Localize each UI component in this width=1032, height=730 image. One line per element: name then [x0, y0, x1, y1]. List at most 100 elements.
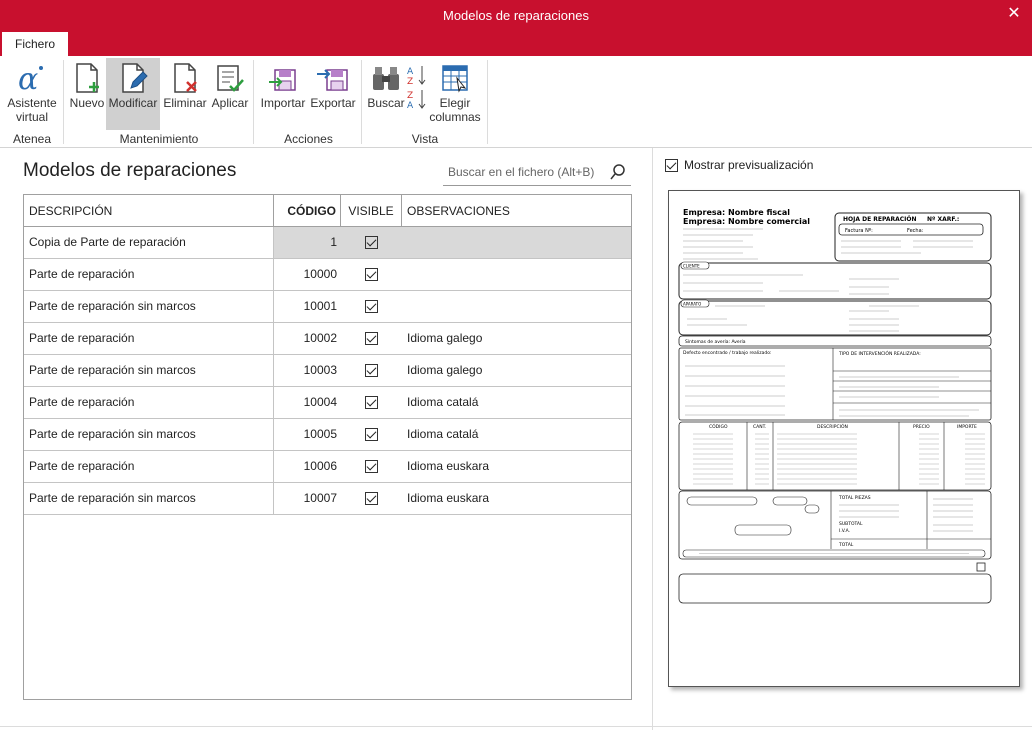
window-title: Modelos de reparaciones [443, 8, 589, 23]
preview-toggle-checkbox[interactable] [665, 159, 678, 172]
visible-checkbox[interactable] [365, 396, 378, 409]
cell-descripcion[interactable]: Parte de reparación [24, 451, 274, 482]
table-row[interactable]: Parte de reparación sin marcos 10007 Idiom… [24, 483, 631, 515]
cell-descripcion[interactable]: Parte de reparación [24, 387, 274, 418]
elegir-columnas-button[interactable]: Elegir columnas [428, 58, 482, 128]
cell-descripcion[interactable]: Parte de reparación sin marcos [24, 419, 274, 450]
eliminar-button[interactable]: Eliminar [163, 58, 207, 128]
cell-observaciones[interactable]: Idioma catalá [402, 387, 631, 418]
table-row[interactable]: Parte de reparación 10004 Idioma catalá [24, 387, 631, 419]
importar-button[interactable]: Importar [259, 58, 307, 128]
cell-codigo[interactable]: 10007 [274, 483, 341, 514]
cell-observaciones[interactable]: Idioma galego [402, 355, 631, 386]
cell-observaciones[interactable]: Idioma catalá [402, 419, 631, 450]
table-row[interactable]: Parte de reparación 10006 Idioma euskara [24, 451, 631, 483]
visible-checkbox[interactable] [365, 268, 378, 281]
column-header-observaciones[interactable]: OBSERVACIONES [402, 195, 631, 227]
preview-observaciones-box [678, 573, 992, 604]
buscar-label: Buscar [367, 96, 405, 110]
tab-fichero[interactable]: Fichero [2, 32, 68, 56]
cell-codigo[interactable]: 10001 [274, 291, 341, 322]
buscar-button[interactable]: Buscar [366, 58, 406, 128]
preview-small-pill [804, 504, 820, 514]
table-row[interactable]: Parte de reparación sin marcos 10003 Idiom… [24, 355, 631, 387]
cell-visible[interactable] [341, 451, 402, 482]
preview-toggle-label[interactable]: Mostrar previsualización [684, 158, 813, 172]
cell-observaciones[interactable] [402, 259, 631, 290]
cell-observaciones[interactable]: Idioma euskara [402, 451, 631, 482]
cell-descripcion[interactable]: Parte de reparación sin marcos [24, 355, 274, 386]
table-row[interactable]: Parte de reparación sin marcos 10001 [24, 291, 631, 323]
cell-observaciones[interactable]: Idioma galego [402, 323, 631, 354]
column-header-descripcion[interactable]: DESCRIPCIÓN [24, 195, 274, 227]
preview-defecto: Defecto encontrado / trabajo realizado: [683, 350, 772, 356]
asistente-virtual-button[interactable]: α Asistente virtual [2, 58, 62, 128]
visible-checkbox[interactable] [365, 460, 378, 473]
cell-descripcion[interactable]: Parte de reparación sin marcos [24, 483, 274, 514]
preview-company-lines [683, 228, 763, 260]
eliminar-label: Eliminar [163, 96, 207, 110]
search-input[interactable]: Buscar en el fichero (Alt+B) [443, 160, 631, 186]
preview-subtotal: SUBTOTAL [839, 521, 863, 527]
aplicar-label: Aplicar [211, 96, 249, 110]
close-icon[interactable]: ✕ [1004, 4, 1024, 24]
preview-entrega-pill [734, 524, 792, 536]
cell-observaciones[interactable] [402, 291, 631, 322]
visible-checkbox[interactable] [365, 492, 378, 505]
visible-checkbox[interactable] [365, 236, 378, 249]
cell-codigo[interactable]: 10004 [274, 387, 341, 418]
cell-descripcion[interactable]: Parte de reparación [24, 259, 274, 290]
table-row[interactable]: Copia de Parte de reparación 1 [24, 227, 631, 259]
cell-codigo[interactable]: 10000 [274, 259, 341, 290]
elegir-columnas-label: Elegir columnas [429, 96, 481, 124]
cell-descripcion[interactable]: Parte de reparación sin marcos [24, 291, 274, 322]
cell-visible[interactable] [341, 323, 402, 354]
cell-codigo[interactable]: 1 [274, 227, 341, 258]
report-preview-drawing: Empresa: Nombre fiscal Empresa: Nombre c… [678, 208, 992, 604]
cell-codigo[interactable]: 10005 [274, 419, 341, 450]
modificar-button[interactable]: Modificar [106, 58, 160, 130]
cell-observaciones[interactable] [402, 227, 631, 258]
preview-defecto-box [678, 347, 992, 421]
preview-empresa-fiscal: Empresa: Nombre fiscal [683, 208, 790, 217]
cell-visible[interactable] [341, 291, 402, 322]
cell-descripcion[interactable]: Copia de Parte de reparación [24, 227, 274, 258]
preview-fecha: Fecha: [907, 228, 924, 234]
group-atenea: Atenea [12, 132, 52, 146]
visible-checkbox[interactable] [365, 428, 378, 441]
cell-visible[interactable] [341, 227, 402, 258]
aplicar-button[interactable]: Aplicar [209, 58, 251, 128]
column-header-visible[interactable]: VISIBLE [341, 195, 402, 227]
cell-visible[interactable] [341, 483, 402, 514]
preview-sintomas: Síntomas de avería: Avería [685, 338, 746, 345]
nuevo-button[interactable]: Nuevo [68, 58, 106, 128]
preview-cliente: CLIENTE [683, 264, 700, 269]
visible-checkbox[interactable] [365, 332, 378, 345]
table-row[interactable]: Parte de reparación 10002 Idioma galego [24, 323, 631, 355]
table-row[interactable]: Parte de reparación sin marcos 10005 Idiom… [24, 419, 631, 451]
preview-tipo: TIPO DE INTERVENCIÓN REALIZADA: [838, 350, 921, 357]
cell-visible[interactable] [341, 355, 402, 386]
preview-item-lines [693, 433, 985, 485]
cell-codigo[interactable]: 10002 [274, 323, 341, 354]
visible-checkbox[interactable] [365, 364, 378, 377]
table-row[interactable]: Parte de reparación 10000 [24, 259, 631, 291]
exportar-button[interactable]: Exportar [309, 58, 357, 128]
cell-codigo[interactable]: 10006 [274, 451, 341, 482]
ribbon-separator [361, 60, 362, 144]
columns-icon [442, 65, 468, 93]
cell-observaciones[interactable]: Idioma euskara [402, 483, 631, 514]
cell-visible[interactable] [341, 259, 402, 290]
group-vista: Vista [411, 132, 439, 146]
svg-text:α: α [18, 62, 38, 94]
column-header-codigo[interactable]: CÓDIGO [274, 195, 341, 227]
visible-checkbox[interactable] [365, 300, 378, 313]
cell-visible[interactable] [341, 419, 402, 450]
edit-document-icon [122, 63, 148, 93]
ribbon: α Asistente virtual Atenea Nuevo Modific… [0, 56, 1032, 148]
cell-visible[interactable] [341, 387, 402, 418]
cell-descripcion[interactable]: Parte de reparación [24, 323, 274, 354]
sort-az-icon[interactable]: AZZA [407, 64, 429, 112]
search-icon[interactable] [609, 163, 627, 181]
cell-codigo[interactable]: 10003 [274, 355, 341, 386]
